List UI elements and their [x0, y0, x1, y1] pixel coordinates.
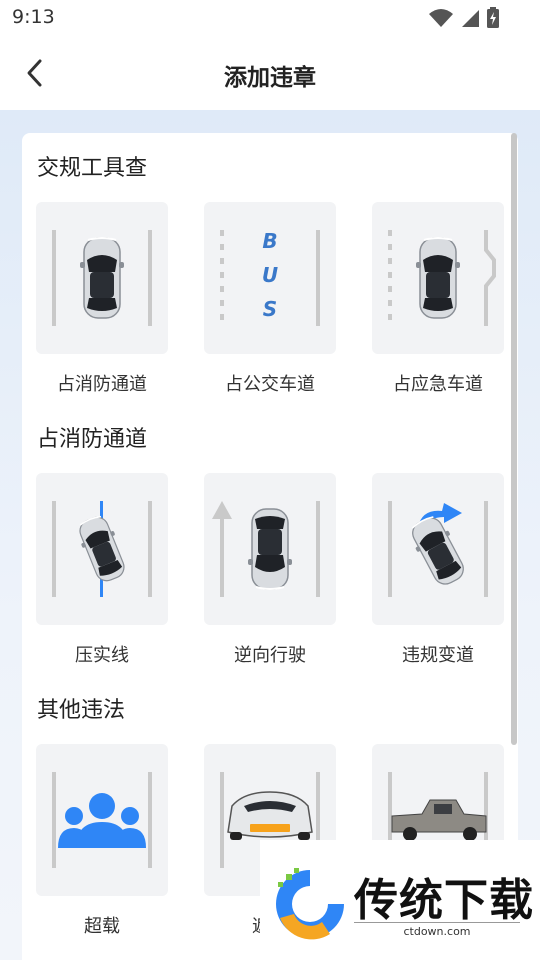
status-time: 9:13 — [12, 6, 55, 28]
app-header: 添加违章 — [0, 36, 540, 110]
tile-label: 占应急车道 — [393, 374, 483, 395]
tile-label: 占消防通道 — [57, 374, 147, 395]
battery-icon — [487, 7, 499, 28]
tile-label: 压实线 — [75, 645, 129, 666]
tile-label: 逆向行驶 — [234, 645, 306, 666]
bus-letter-u: U — [262, 263, 278, 287]
section-title-fire-lane: 占消防通道 — [37, 427, 148, 452]
people-overload-icon — [52, 772, 152, 868]
car-solid-line-icon — [52, 501, 152, 597]
watermark-logo-icon — [276, 868, 344, 940]
status-bar: 9:13 — [0, 0, 540, 36]
car-emergency-lane-icon — [388, 230, 496, 326]
watermark-text: 传统下载 — [354, 875, 534, 926]
tile-label: 违规变道 — [402, 645, 474, 666]
tile-label: 超载 — [84, 916, 120, 937]
car-wrong-way-icon — [212, 501, 320, 597]
section-title-other-violations: 其他违法 — [37, 698, 126, 723]
tile-bus-lane[interactable]: B U S — [204, 202, 336, 354]
watermark: 传统下载 ctdown.com — [260, 840, 540, 960]
watermark-url: ctdown.com — [354, 922, 520, 938]
tile-fire-lane[interactable] — [36, 202, 168, 354]
tile-emergency-lane[interactable] — [372, 202, 504, 354]
status-icons — [428, 7, 500, 29]
car-fire-lane-icon — [52, 230, 152, 326]
car-lane-change-icon — [388, 501, 488, 597]
tile-lane-change[interactable] — [372, 473, 504, 625]
section-title-traffic-tools: 交规工具查 — [37, 156, 148, 181]
tile-solid-line[interactable] — [36, 473, 168, 625]
tile-wrong-way[interactable] — [204, 473, 336, 625]
bus-lane-icon: B U S — [220, 229, 320, 326]
signal-icon — [462, 10, 479, 27]
tile-overload[interactable] — [36, 744, 168, 896]
bus-letter-b: B — [262, 229, 277, 253]
tile-label: 占公交车道 — [225, 374, 315, 395]
wifi-icon — [429, 9, 453, 27]
bus-letter-s: S — [263, 297, 277, 321]
page-title: 添加违章 — [224, 65, 316, 91]
